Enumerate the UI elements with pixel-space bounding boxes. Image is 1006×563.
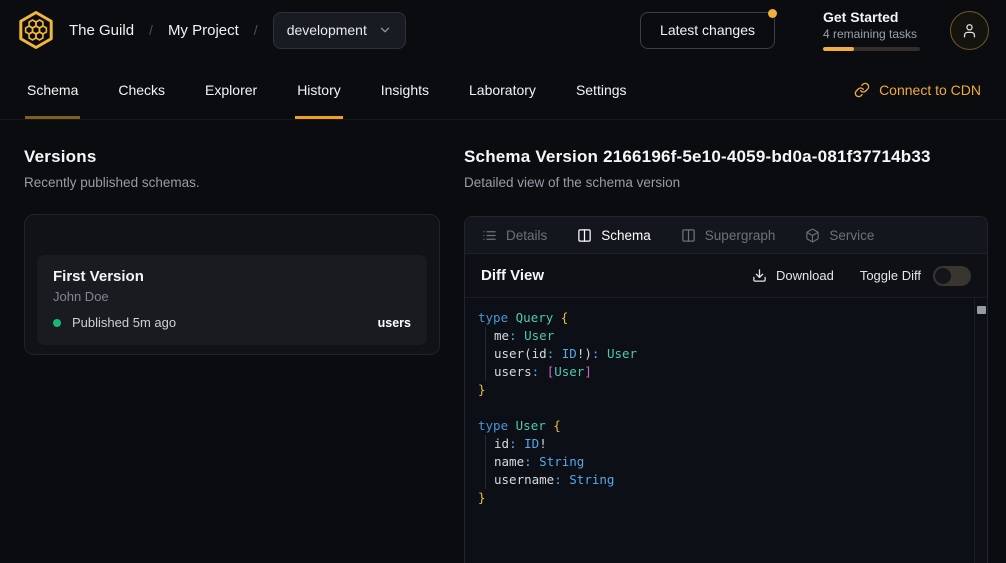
code-line: } (478, 489, 961, 507)
code-line: users: [User] (478, 363, 961, 381)
toggle-diff-label: Toggle Diff (860, 268, 921, 283)
version-author: John Doe (53, 289, 411, 304)
diff-view-title: Diff View (481, 267, 544, 284)
breadcrumb-separator: / (149, 22, 153, 38)
columns-icon (681, 228, 696, 243)
versions-subtitle: Recently published schemas. (24, 175, 440, 190)
connect-cdn-label: Connect to CDN (879, 82, 981, 98)
vertical-scrollbar[interactable] (974, 298, 987, 563)
connect-cdn-link[interactable]: Connect to CDN (854, 60, 981, 119)
panel-tab-label: Details (506, 228, 547, 243)
tab-history[interactable]: History (295, 60, 343, 119)
version-detail-panel: Details Schema Supergraph Service Diff View… (464, 216, 988, 563)
versions-title: Versions (24, 147, 440, 167)
version-detail-title: Schema Version 2166196f-5e10-4059-bd0a-0… (464, 147, 988, 167)
panel-tabs: Details Schema Supergraph Service (465, 217, 987, 254)
environment-selector-value: development (287, 22, 367, 38)
version-status: Published 5m ago (72, 315, 176, 330)
indent-guide (485, 453, 494, 471)
get-started-subtitle: 4 remaining tasks (823, 27, 920, 41)
columns-icon (577, 228, 592, 243)
schema-code-viewer: type Query {me: Useruser(id: ID!): Useru… (465, 298, 987, 563)
code-line: type Query { (478, 309, 961, 327)
get-started-widget[interactable]: Get Started 4 remaining tasks (823, 9, 920, 51)
header: The Guild / My Project / development Lat… (0, 0, 1006, 60)
code-line: name: String (478, 453, 961, 471)
tab-insights[interactable]: Insights (379, 60, 431, 119)
download-button[interactable]: Download (752, 268, 834, 283)
indent-guide (485, 363, 494, 381)
code-line: username: String (478, 471, 961, 489)
indent-guide (485, 345, 494, 363)
hive-logo[interactable] (17, 9, 55, 51)
version-detail-section: Schema Version 2166196f-5e10-4059-bd0a-0… (464, 147, 988, 563)
published-status-dot (53, 319, 61, 327)
link-icon (854, 82, 870, 98)
chevron-down-icon (378, 23, 392, 37)
avatar[interactable] (950, 11, 989, 50)
indent-guide (485, 327, 494, 345)
tab-settings[interactable]: Settings (574, 60, 629, 119)
panel-tab-service[interactable]: Service (805, 228, 874, 243)
breadcrumb-org[interactable]: The Guild (69, 22, 134, 39)
main-content: Versions Recently published schemas. Fir… (0, 120, 1006, 563)
latest-changes-button[interactable]: Latest changes (640, 12, 775, 49)
tab-laboratory[interactable]: Laboratory (467, 60, 538, 119)
version-detail-subtitle: Detailed view of the schema version (464, 175, 988, 190)
indent-guide (485, 435, 494, 453)
breadcrumb: The Guild / My Project / (69, 22, 273, 39)
code-line (478, 399, 961, 417)
version-list-item[interactable]: First Version John Doe Published 5m ago … (37, 255, 427, 345)
version-status-row: Published 5m ago users (53, 315, 411, 330)
download-icon (752, 268, 767, 283)
tab-schema[interactable]: Schema (25, 60, 80, 119)
download-label: Download (776, 268, 834, 283)
code-line: id: ID! (478, 435, 961, 453)
app-root: The Guild / My Project / development Lat… (0, 0, 1006, 563)
versions-card: First Version John Doe Published 5m ago … (24, 214, 440, 355)
toggle-diff-switch[interactable] (933, 266, 971, 286)
versions-section: Versions Recently published schemas. Fir… (24, 147, 440, 563)
get-started-progress-fill (823, 47, 854, 51)
code-line: } (478, 381, 961, 399)
toggle-knob (935, 268, 951, 284)
panel-tab-schema[interactable]: Schema (577, 228, 651, 243)
panel-tab-label: Supergraph (705, 228, 776, 243)
service-badge: users (378, 316, 411, 330)
hive-logo-icon (17, 9, 55, 51)
code-line: type User { (478, 417, 961, 435)
breadcrumb-project[interactable]: My Project (168, 22, 239, 39)
user-icon (961, 22, 978, 39)
nav-tabs: Schema Checks Explorer History Insights Labor… (25, 60, 629, 119)
code-line: user(id: ID!): User (478, 345, 961, 363)
list-icon (482, 228, 497, 243)
breadcrumb-separator: / (254, 22, 258, 38)
panel-tab-label: Service (829, 228, 874, 243)
panel-tab-label: Schema (601, 228, 651, 243)
code-line: me: User (478, 327, 961, 345)
diff-view-header: Diff View Download Toggle Diff (465, 254, 987, 298)
code-lines: type Query {me: Useruser(id: ID!): Useru… (478, 309, 961, 507)
notification-dot (768, 9, 777, 18)
panel-tab-supergraph[interactable]: Supergraph (681, 228, 776, 243)
tab-explorer[interactable]: Explorer (203, 60, 259, 119)
latest-changes-label: Latest changes (660, 22, 755, 38)
cube-icon (805, 228, 820, 243)
version-name: First Version (53, 268, 411, 285)
get-started-progressbar (823, 47, 920, 51)
panel-tab-details[interactable]: Details (482, 228, 547, 243)
tab-checks[interactable]: Checks (116, 60, 167, 119)
main-nav: Schema Checks Explorer History Insights Labor… (0, 60, 1006, 120)
scrollbar-thumb[interactable] (977, 306, 986, 314)
get-started-title: Get Started (823, 9, 920, 25)
indent-guide (485, 471, 494, 489)
environment-selector[interactable]: development (273, 12, 406, 49)
